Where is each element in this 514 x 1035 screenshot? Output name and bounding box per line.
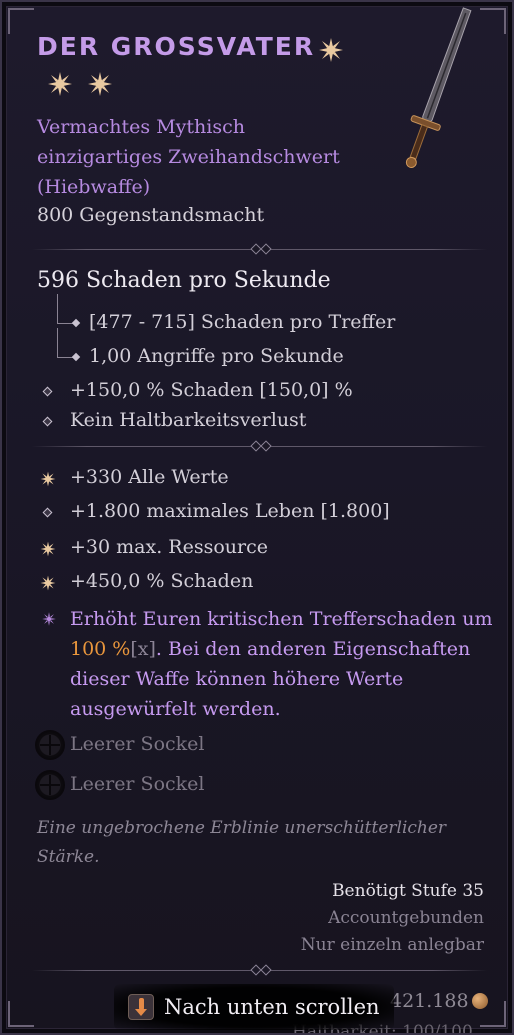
affix-diamond-icon [42,416,53,427]
greater-affix-count [47,71,113,97]
affix-text: +450,0 % Schaden [70,570,254,592]
frame-corner [8,8,34,34]
account-bound: Accountgebunden [328,908,484,928]
section-divider [32,440,487,453]
unique-power-text: Erhöht Euren kritischen Trefferschaden u… [70,604,500,724]
affix-diamond-icon [42,507,53,518]
item-tooltip: DER GROSSVATER Vermachtes Mythisch einzi… [0,0,514,1035]
greater-affix-star-icon [88,72,112,96]
item-type: Vermachtes Mythisch einzigartiges Zweiha… [37,112,357,202]
required-level: Benötigt Stufe 35 [332,881,484,901]
greater-affix-star-icon [40,575,56,591]
socket-icon [35,730,65,760]
item-power: 800 Gegenstandsmacht [37,204,265,226]
sell-price: 421.188 [390,990,469,1012]
unique-equipped: Nur einzeln anlegbar [300,935,484,955]
attack-speed: 1,00 Angriffe pro Sekunde [89,345,344,367]
damage-per-hit-row: [477 - 715] Schaden pro Treffer [57,294,477,338]
scroll-down-key-icon [128,994,154,1020]
socket-icon [35,770,65,800]
section-divider [32,964,487,977]
unique-power-icon [42,612,56,626]
gold-coin-icon [472,993,488,1009]
scroll-down-label: Nach unten scrollen [164,995,380,1019]
item-type-line: Vermachtes Mythisch [37,116,245,138]
unique-power-part: Erhöht Euren kritischen Trefferschaden u… [70,608,493,630]
affix-text: Kein Haltbarkeitsverlust [70,409,307,431]
greater-affix-star-icon [40,541,56,557]
socket-label: Leerer Sockel [70,733,205,755]
item-name: DER GROSSVATER [37,32,316,61]
empty-socket: Leerer Sockel [35,729,475,760]
damage-per-hit: [477 - 715] Schaden pro Treffer [89,311,396,333]
greater-affix-star-icon [48,72,72,96]
item-type-line: (Hiebwaffe) [37,176,151,198]
empty-socket: Leerer Sockel [35,769,475,800]
unique-power-value: 100 % [70,638,131,660]
scroll-down-prompt[interactable]: Nach unten scrollen [114,984,394,1030]
affix-text: +30 max. Ressource [70,536,268,558]
unique-power-range: [x] [130,638,156,660]
greater-affix-star-icon [40,471,56,487]
affix-diamond-icon [42,386,53,397]
damage-per-second: 596 Schaden pro Sekunde [37,268,331,293]
sword-item-image [405,7,472,168]
section-divider [32,243,487,256]
tooltip-footer: 421.188 Haltbarkeit: 100/100 Nach unten … [2,980,512,1033]
attack-speed-row: 1,00 Angriffe pro Sekunde [57,328,477,372]
item-type-line: einzigartiges Zweihandschwert [37,146,340,168]
socket-label: Leerer Sockel [70,773,205,795]
greater-affix-star-icon [319,38,343,62]
flavor-text: Eine ungebrochene Erblinie unerschütterl… [37,818,447,867]
affix-text: +150,0 % Schaden [150,0] % [70,379,353,401]
affix-text: +330 Alle Werte [70,466,229,488]
affix-text: +1.800 maximales Leben [1.800] [70,500,390,522]
